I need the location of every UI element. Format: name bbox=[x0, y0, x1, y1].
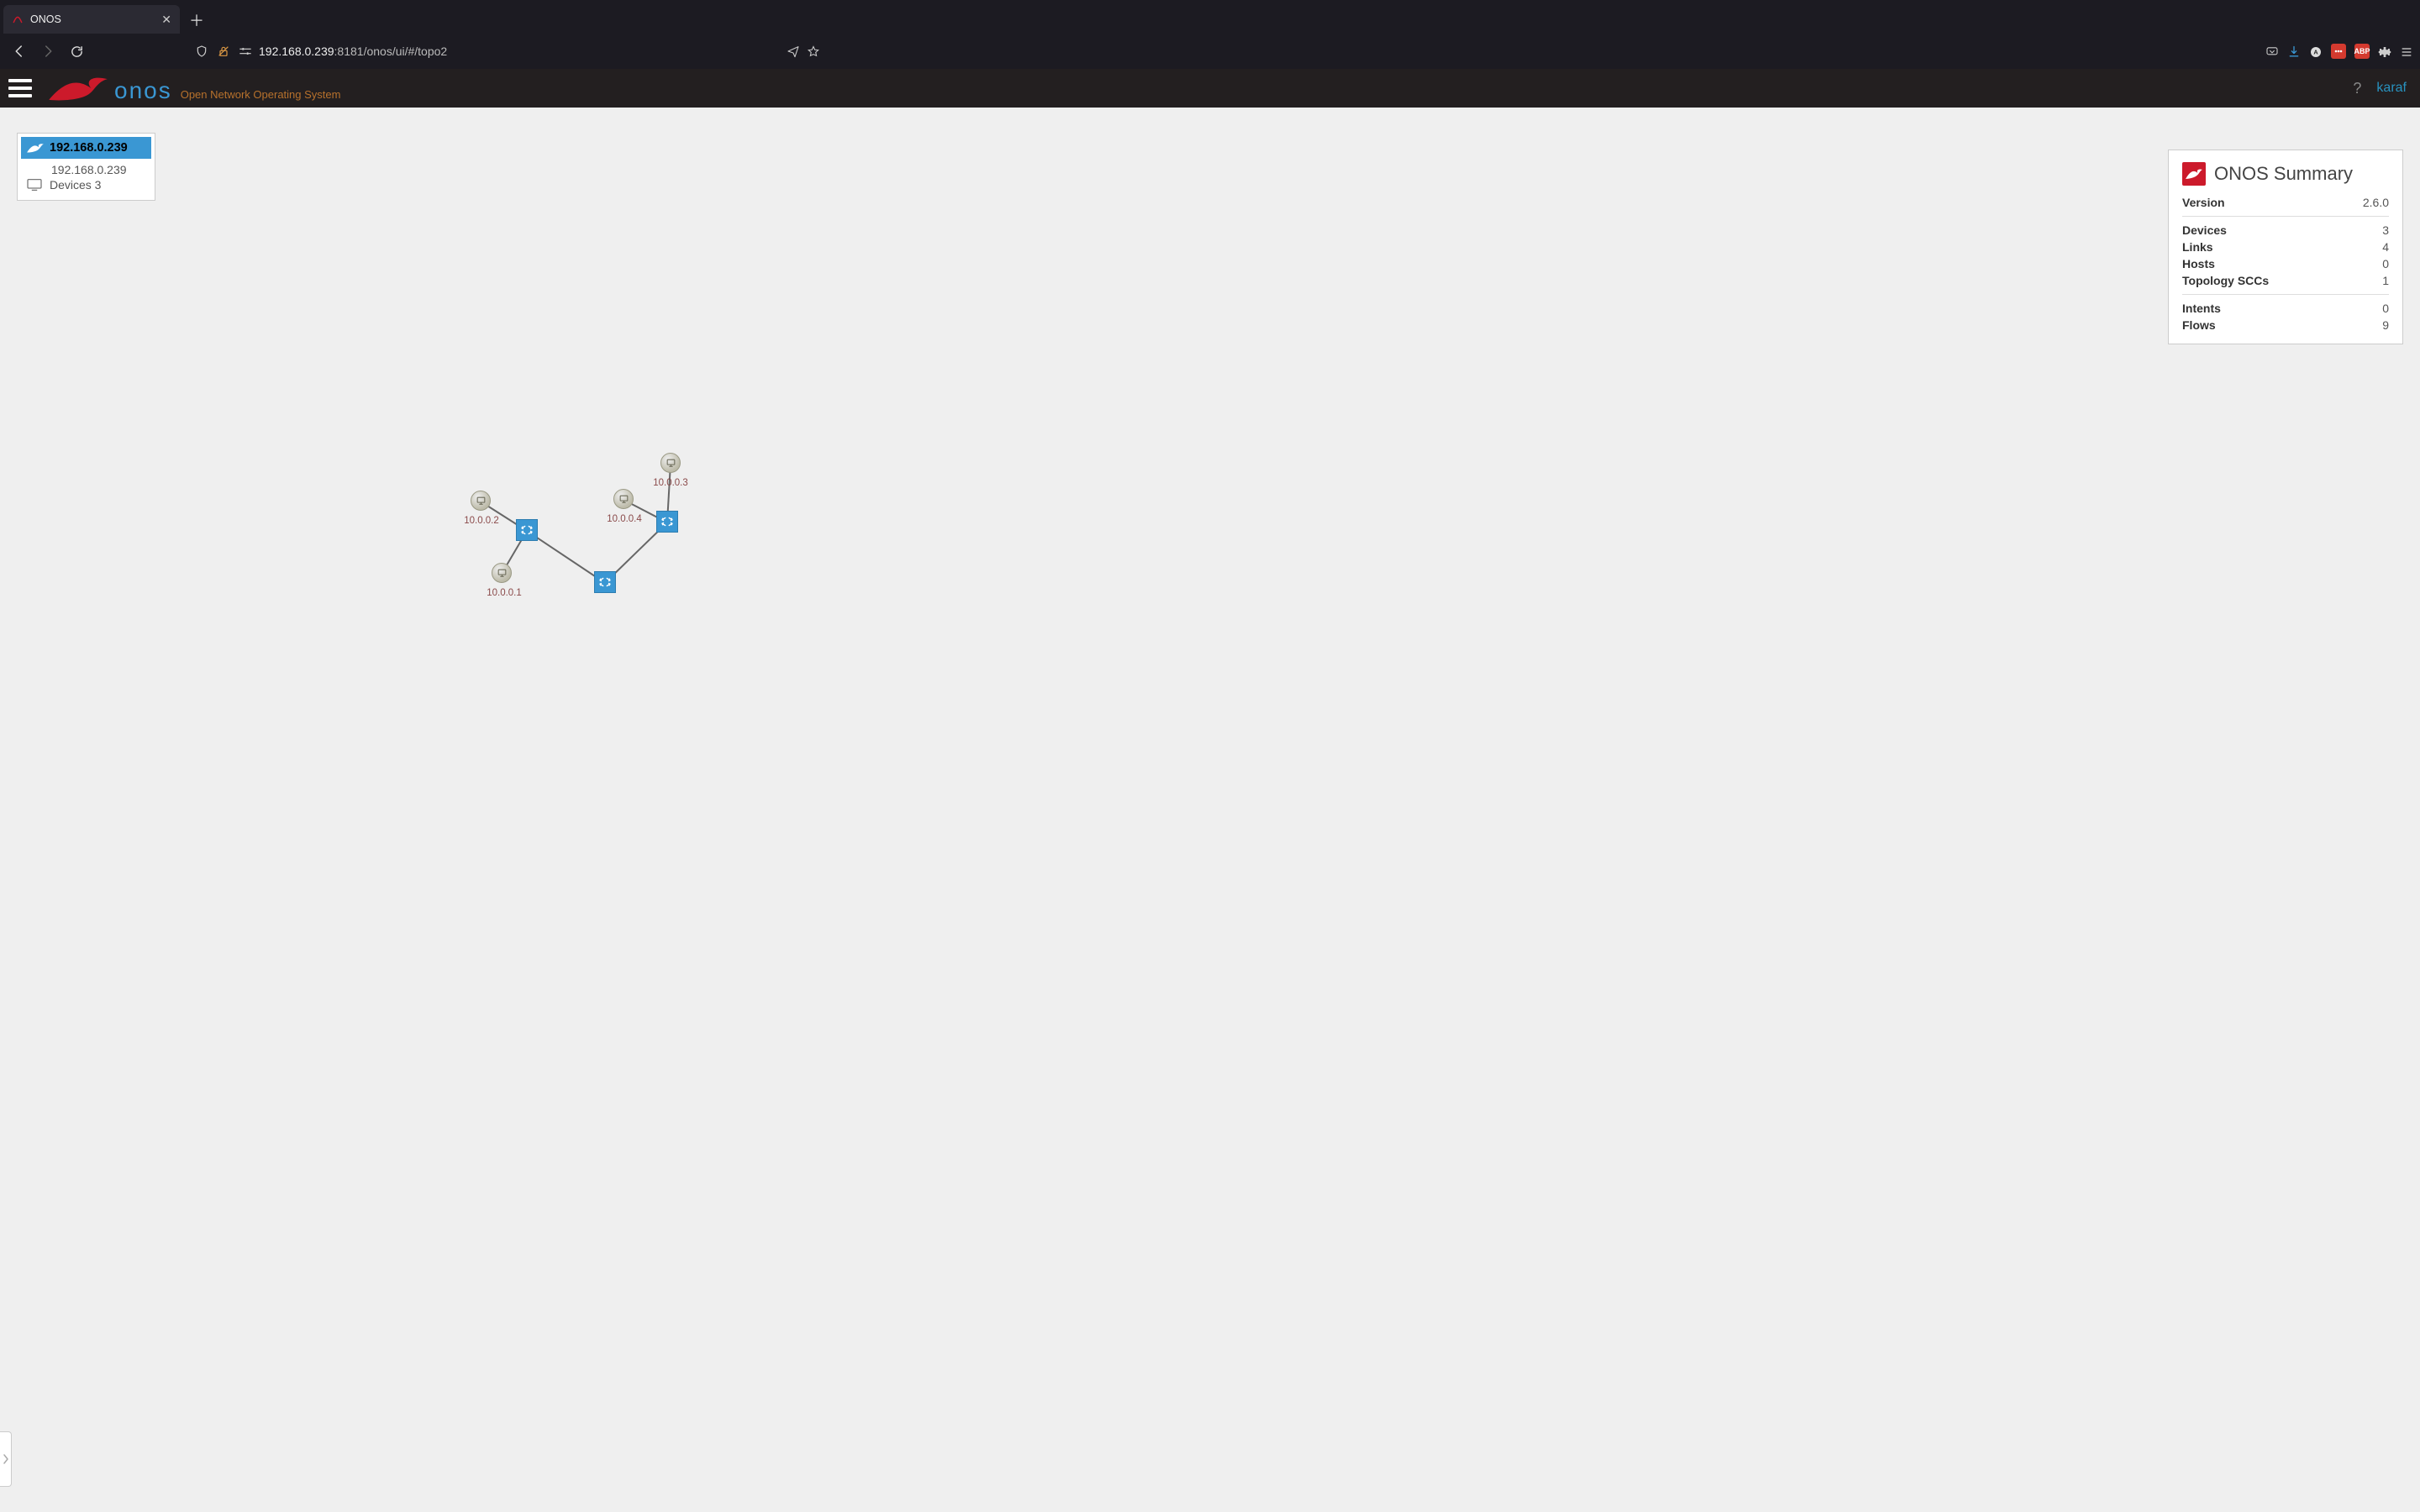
extensions-icon[interactable] bbox=[2378, 45, 2391, 58]
help-icon[interactable]: ? bbox=[2353, 80, 2361, 97]
topo-host[interactable] bbox=[660, 453, 681, 473]
topo-host[interactable] bbox=[471, 491, 491, 511]
tab-title: ONOS bbox=[30, 13, 155, 25]
drawer-toggle[interactable] bbox=[0, 1431, 12, 1487]
pocket-icon[interactable] bbox=[2265, 45, 2279, 58]
onos-bird-icon bbox=[45, 74, 111, 102]
topo-switch[interactable] bbox=[656, 511, 678, 533]
downloads-icon[interactable] bbox=[2287, 45, 2301, 58]
account-icon[interactable]: A bbox=[2309, 45, 2323, 58]
tab-favicon bbox=[12, 13, 24, 25]
new-tab-button[interactable]: ＋ bbox=[183, 7, 210, 34]
onos-wordmark: onos bbox=[114, 79, 172, 102]
topo-host-label: 10.0.0.1 bbox=[487, 588, 522, 598]
nav-menu-button[interactable] bbox=[8, 79, 32, 97]
shield-icon[interactable] bbox=[195, 45, 208, 58]
forward-button[interactable] bbox=[35, 39, 60, 64]
topo-host[interactable] bbox=[492, 563, 512, 583]
topo-host-label: 10.0.0.3 bbox=[653, 478, 688, 488]
bookmark-star-icon[interactable] bbox=[807, 45, 820, 58]
reload-button[interactable] bbox=[64, 39, 89, 64]
svg-text:A: A bbox=[2313, 49, 2318, 56]
menu-icon[interactable] bbox=[2400, 45, 2413, 58]
lock-insecure-icon[interactable] bbox=[217, 45, 230, 58]
topo-host-label: 10.0.0.2 bbox=[464, 516, 499, 526]
extension-abp-icon[interactable]: ABP bbox=[2354, 44, 2370, 59]
browser-tab[interactable]: ONOS ✕ bbox=[3, 5, 180, 34]
permissions-icon[interactable] bbox=[239, 45, 252, 58]
page: 192.168.0.239 192.168.0.239 Devices 3 ON… bbox=[0, 108, 2420, 1512]
close-icon[interactable]: ✕ bbox=[161, 13, 171, 27]
extension-lastpass-icon[interactable] bbox=[2331, 44, 2346, 59]
url-text: 192.168.0.239:8181/onos/ui/#/topo2 bbox=[259, 45, 447, 58]
onos-logo[interactable]: onos Open Network Operating System bbox=[45, 74, 340, 102]
onos-masthead: onos Open Network Operating System ? kar… bbox=[0, 69, 2420, 108]
browser-chrome: ONOS ✕ ＋ bbox=[0, 0, 2420, 69]
back-button[interactable] bbox=[7, 39, 32, 64]
browser-toolbar-right: A ABP bbox=[2265, 44, 2413, 59]
user-label[interactable]: karaf bbox=[2376, 81, 2407, 96]
onos-subtitle: Open Network Operating System bbox=[181, 88, 341, 101]
tab-strip: ONOS ✕ ＋ bbox=[0, 0, 2420, 34]
topo-switch[interactable] bbox=[594, 571, 616, 593]
topology-canvas[interactable]: 10.0.0.1 10.0.0.2 10.0.0.3 10.0.0.4 bbox=[0, 108, 2420, 1512]
topo-host[interactable] bbox=[613, 489, 634, 509]
topo-host-label: 10.0.0.4 bbox=[607, 514, 642, 524]
topo-switch[interactable] bbox=[516, 519, 538, 541]
url-bar-row: 192.168.0.239:8181/onos/ui/#/topo2 A bbox=[0, 34, 2420, 69]
url-input[interactable]: 192.168.0.239:8181/onos/ui/#/topo2 bbox=[188, 39, 827, 64]
send-icon[interactable] bbox=[786, 45, 800, 58]
